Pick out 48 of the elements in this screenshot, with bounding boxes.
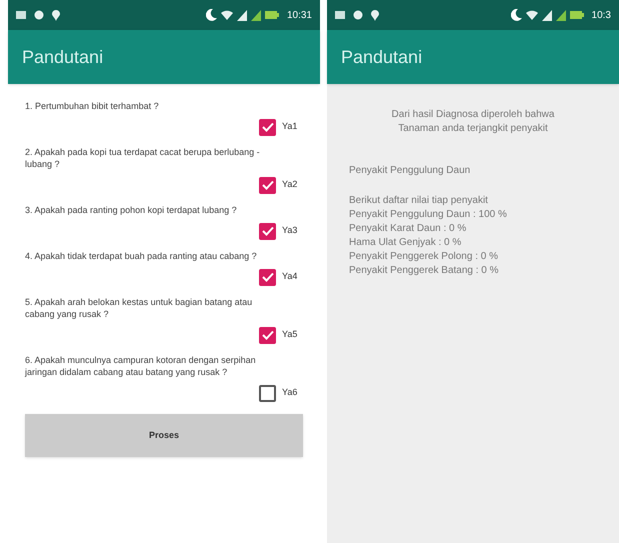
question-text: 3. Apakah pada ranting pohon kopi terdapat lubang ? — [25, 204, 238, 216]
score-text: Penyakit Penggulung Daun : 100 % — [349, 208, 508, 222]
checkbox[interactable] — [259, 176, 276, 194]
question-text: 5. Apakah arah belokan kestas untuk bagian batang atau cabang yang rusak ? — [25, 296, 254, 320]
score-text: Penyakit Karat Daun : 0 % — [349, 222, 468, 236]
battery-icon — [570, 11, 584, 19]
checkbox[interactable] — [259, 384, 276, 402]
score-text: Hama Ulat Genjyak : 0 % — [349, 236, 462, 250]
checkbox-label: Ya1 — [282, 120, 298, 134]
status-time: 10:3 — [592, 8, 611, 22]
signal-icon — [250, 10, 261, 20]
app-title: Pandutani — [341, 46, 422, 68]
result-message: Tanaman anda terjangkit penyakit — [397, 122, 549, 136]
diagnosis-text: Penyakit Penggulung Daun — [349, 164, 472, 178]
question-text: 4. Apakah tidak terdapat buah pada ranting atau cabang ? — [25, 250, 258, 262]
chat-bubble-icon — [353, 10, 363, 20]
checkbox-label: Ya3 — [282, 224, 298, 238]
process-button[interactable]: Proses — [25, 414, 303, 457]
list-heading: Berikut daftar nilai tiap penyakit — [349, 194, 489, 208]
status-time: 10:31 — [286, 8, 312, 22]
moon-icon — [206, 9, 217, 21]
question-text: 2. Apakah pada kopi tua terdapat cacat berupa berlubang - lubang ? — [25, 146, 261, 170]
pin-icon — [371, 10, 379, 20]
moon-icon — [510, 9, 522, 21]
checkbox-label: Ya5 — [282, 328, 298, 342]
question-text: 1. Pertumbuhan bibit terhambat ? — [25, 100, 160, 112]
signal-icon — [556, 10, 566, 20]
image-icon — [16, 11, 26, 19]
app-title: Pandutani — [22, 46, 104, 68]
checkbox[interactable] — [259, 268, 276, 286]
wifi-icon — [220, 10, 233, 20]
battery-icon — [264, 11, 279, 19]
checkbox-label: Ya6 — [282, 386, 298, 400]
checkbox[interactable] — [259, 326, 276, 344]
chat-bubble-icon — [34, 10, 44, 20]
checkbox-label: Ya4 — [282, 270, 298, 284]
checkbox-label: Ya2 — [282, 178, 298, 192]
result-message: Dari hasil Diagnosa diperoleh bahwa — [390, 108, 556, 122]
question-text: 6. Apakah munculnya campuran kotoran dengan serpihan jaringan didalam cabang atau batang yang rusak ? — [25, 354, 257, 378]
signal-icon — [236, 10, 247, 20]
pin-icon — [52, 10, 60, 20]
image-icon — [335, 11, 345, 19]
wifi-icon — [526, 10, 538, 20]
signal-icon — [542, 10, 552, 20]
score-text: Penyakit Penggerek Batang : 0 % — [349, 264, 500, 278]
score-text: Penyakit Penggerek Polong : 0 % — [349, 250, 499, 264]
checkbox[interactable] — [259, 118, 276, 136]
checkbox[interactable] — [259, 222, 276, 240]
